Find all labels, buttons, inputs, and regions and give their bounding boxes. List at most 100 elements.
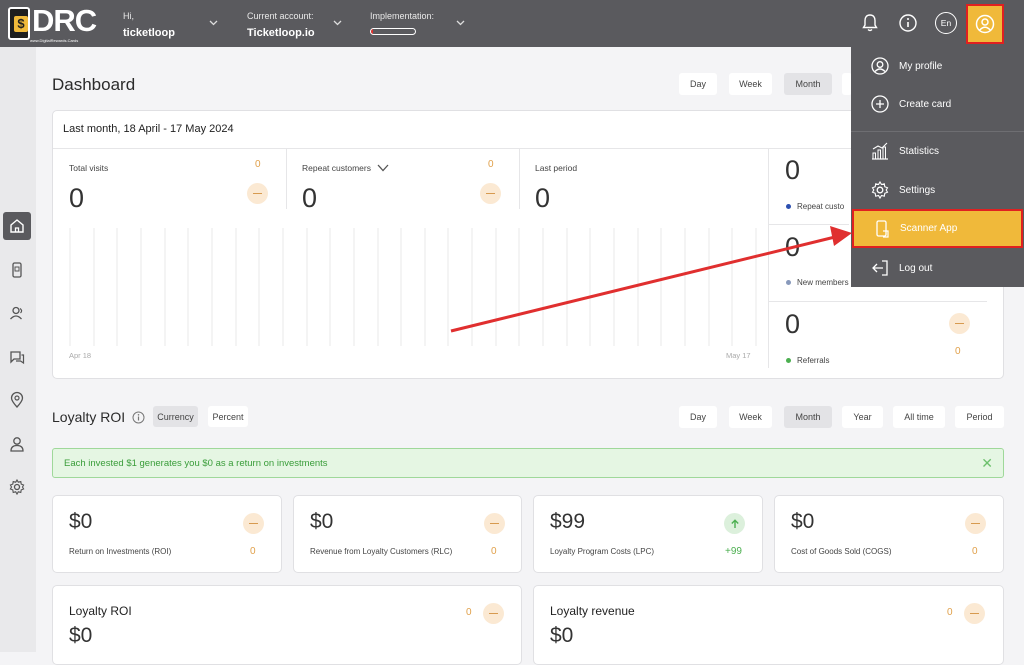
card-change: 0	[947, 607, 953, 618]
roi-card-label: Loyalty Program Costs (LPC)	[550, 547, 655, 556]
menu-item-label: My profile	[899, 60, 943, 72]
user-menu-dropdown: My profile Create card Statistics Settin…	[851, 46, 1024, 287]
mode-percent[interactable]: Percent	[208, 406, 248, 427]
roi-card-change: 0	[250, 546, 256, 557]
metric-value: 0	[69, 183, 85, 213]
trend-flat-icon	[243, 513, 264, 534]
roi-card: $0 Cost of Goods Sold (COGS) 0	[774, 495, 1004, 573]
roi-card-change: 0	[972, 546, 978, 557]
metric-value: 0	[302, 183, 318, 213]
tab-month[interactable]: Month	[784, 73, 832, 95]
logo-subtext: www.DigitalRewards.Cards	[30, 38, 79, 43]
menu-item-label: Log out	[899, 262, 933, 274]
side-stat-label: Referrals	[786, 356, 829, 365]
menu-item-label: Settings	[899, 184, 936, 196]
metric-change: 0	[488, 159, 494, 170]
card-value: $0	[550, 624, 574, 647]
tab-year[interactable]: Year	[842, 406, 883, 428]
menu-item-statistics[interactable]: Statistics	[851, 132, 1024, 170]
implementation-status[interactable]: Implementation:	[370, 11, 434, 35]
roi-card-label: Revenue from Loyalty Customers (RLC)	[310, 547, 453, 556]
implementation-label: Implementation:	[370, 11, 435, 21]
account-name: Ticketloop.io	[247, 27, 315, 39]
info-icon[interactable]	[132, 411, 145, 424]
date-range-label: Last month, 18 April - 17 May 2024	[63, 123, 234, 135]
mode-currency[interactable]: Currency	[153, 406, 198, 427]
trend-up-icon	[724, 513, 745, 534]
side-stat-value: 0	[785, 155, 801, 185]
roi-card-value: $0	[310, 510, 334, 533]
sidebar-item-home[interactable]	[3, 212, 31, 240]
bell-icon[interactable]	[859, 12, 881, 34]
menu-item-label: Create card	[899, 98, 952, 110]
legend-dot	[786, 204, 791, 210]
metric-label: Total visits	[69, 163, 109, 173]
tab-day[interactable]: Day	[679, 406, 717, 428]
sidebar-item-settings[interactable]	[3, 473, 31, 501]
card-change: 0	[466, 607, 472, 618]
sidebar-item-profile[interactable]	[3, 430, 31, 458]
language-switcher[interactable]: En	[935, 12, 957, 34]
trend-flat-icon	[480, 183, 501, 204]
user-greeting[interactable]: Hi, ticketloop	[123, 11, 175, 39]
roi-card: $0 Revenue from Loyalty Customers (RLC) …	[293, 495, 522, 573]
loyalty-revenue-card: Loyalty revenue $0 0	[533, 585, 1004, 665]
side-stat-label: New members	[786, 278, 849, 287]
menu-item-create-card[interactable]: Create card	[851, 85, 1024, 123]
roi-card: $99 Loyalty Program Costs (LPC) +99	[533, 495, 763, 573]
menu-item-label: Scanner App	[900, 223, 958, 234]
account-switcher[interactable]: Current account: Ticketloop.io	[247, 11, 315, 39]
implementation-progress-fill	[371, 29, 374, 34]
metric-value: 0	[535, 183, 551, 213]
chevron-down-icon[interactable]	[209, 20, 218, 26]
legend-dot	[786, 280, 791, 286]
menu-item-my-profile[interactable]: My profile	[851, 47, 1024, 85]
side-stat-change: 0	[955, 346, 961, 357]
tab-day[interactable]: Day	[679, 73, 717, 95]
users-icon	[10, 306, 23, 320]
alert-text: Each invested $1 generates you $0 as a r…	[64, 458, 328, 469]
user-icon	[10, 437, 24, 452]
location-pin-icon	[10, 391, 24, 408]
top-bar: $ DRC www.DigitalRewards.Cards Hi, ticke…	[0, 0, 1024, 47]
user-circle-icon	[871, 57, 889, 75]
tab-week[interactable]: Week	[729, 73, 772, 95]
roi-card-label: Return on Investments (ROI)	[69, 547, 172, 556]
chevron-down-icon[interactable]	[377, 164, 389, 172]
trend-flat-icon	[247, 183, 268, 204]
user-menu-button[interactable]	[966, 4, 1004, 44]
chevron-down-icon[interactable]	[456, 20, 465, 26]
metric-label: Last period	[535, 163, 578, 173]
user-name: ticketloop	[123, 27, 175, 39]
tab-week[interactable]: Week	[729, 406, 772, 428]
tab-all-time[interactable]: All time	[893, 406, 945, 428]
menu-item-settings[interactable]: Settings	[851, 171, 1024, 209]
chat-icon	[10, 351, 25, 365]
menu-item-scanner-app[interactable]: Scanner App	[852, 209, 1023, 248]
sidebar-item-customers[interactable]	[3, 299, 31, 327]
logo-phone-icon: $	[8, 7, 30, 40]
trend-flat-icon	[949, 313, 970, 334]
logo[interactable]: $ DRC www.DigitalRewards.Cards	[6, 3, 97, 43]
page-title: Dashboard	[52, 75, 136, 94]
menu-item-log-out[interactable]: Log out	[851, 249, 1024, 287]
gear-icon	[871, 180, 889, 200]
close-icon[interactable]: ✕	[981, 455, 993, 472]
chevron-down-icon[interactable]	[333, 20, 342, 26]
sidebar-item-messages[interactable]	[3, 343, 31, 371]
phone-scan-icon	[876, 220, 889, 238]
metric-label: Repeat customers	[302, 163, 371, 173]
sidebar-item-cards[interactable]	[3, 256, 31, 284]
sidebar-item-locations[interactable]	[3, 386, 31, 414]
roi-card-change: +99	[725, 546, 742, 557]
implementation-progress-bar	[370, 28, 416, 35]
tab-period[interactable]: Period	[955, 406, 1004, 428]
home-icon	[10, 219, 24, 233]
roi-card-change: 0	[491, 546, 497, 557]
info-icon[interactable]	[897, 12, 919, 34]
tab-month[interactable]: Month	[784, 406, 832, 428]
chart-icon	[872, 142, 888, 160]
legend-dot	[786, 358, 791, 364]
trend-flat-icon	[483, 603, 504, 624]
card-value: $0	[69, 624, 93, 647]
